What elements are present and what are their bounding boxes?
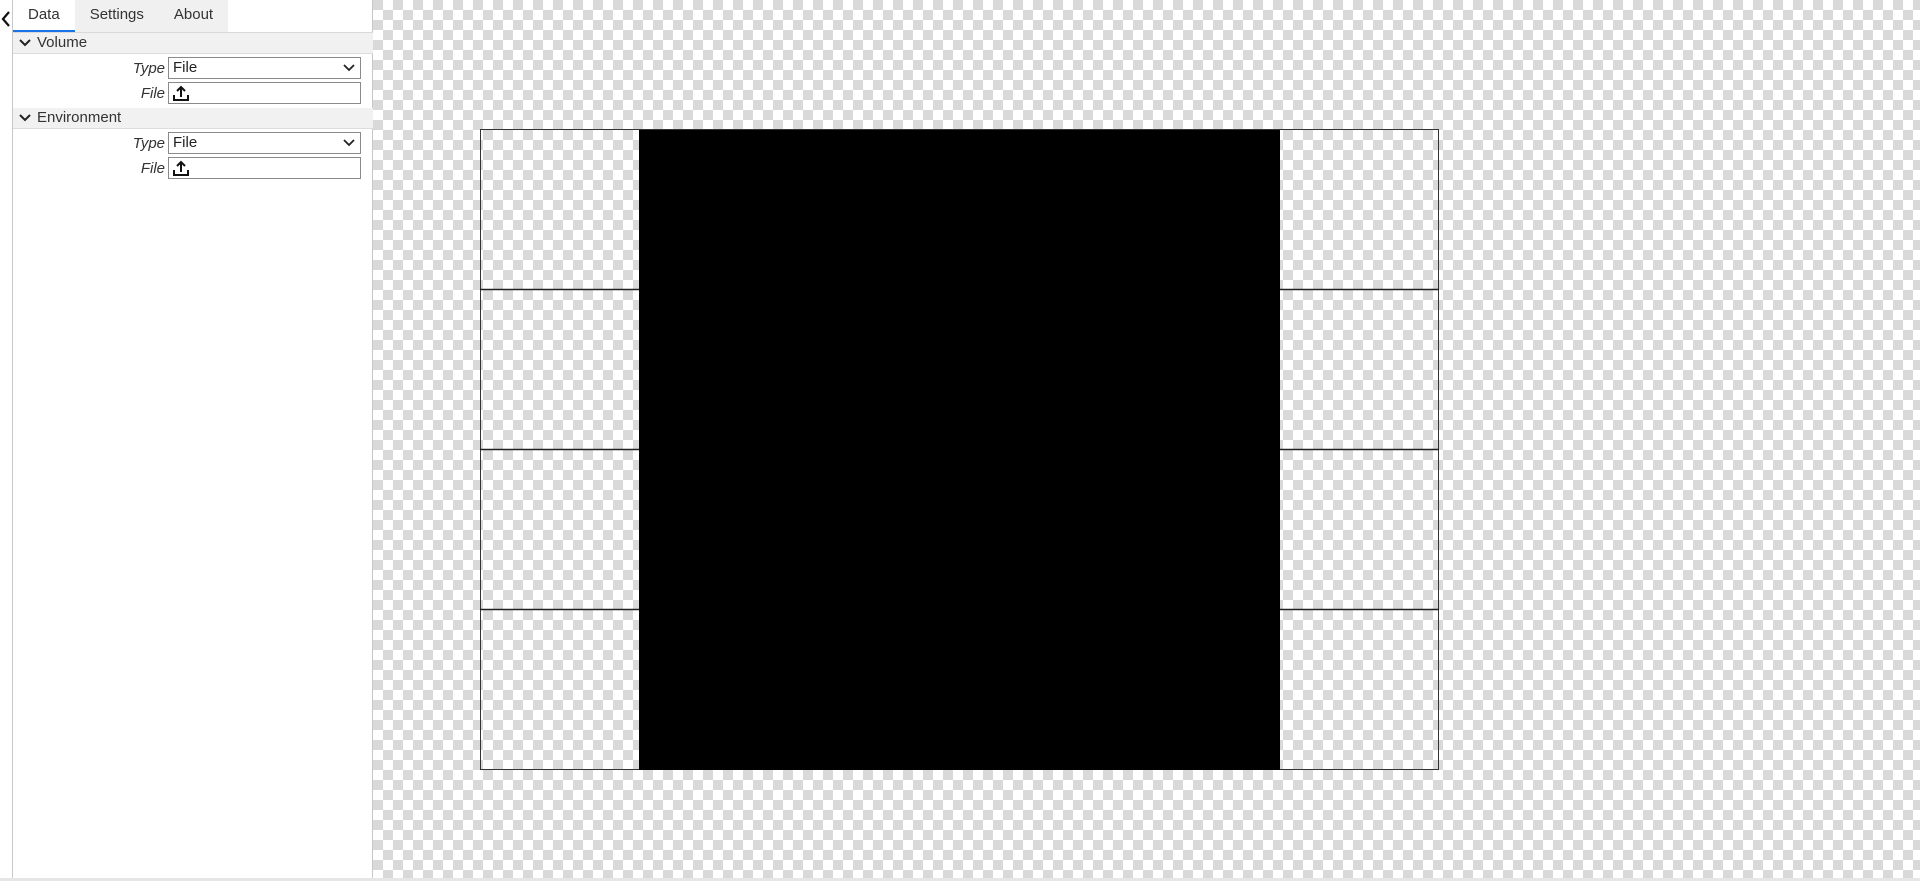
environment-file-label: File [140,160,165,177]
render-viewport[interactable] [373,0,1920,878]
volume-type-select[interactable]: File [168,57,361,79]
render-output [639,130,1280,770]
tab-about[interactable]: About [158,0,229,32]
render-canvas [480,129,1439,770]
collapse-sidebar-icon[interactable] [0,9,12,29]
section-header-volume[interactable]: Volume [13,33,373,54]
chevron-down-icon [343,139,355,147]
upload-icon [173,85,189,101]
volume-file-input[interactable] [168,82,361,104]
environment-file-row: File [13,157,373,179]
section-title-volume: Volume [37,34,88,51]
tab-settings[interactable]: Settings [74,0,159,32]
chevron-down-icon [19,114,31,122]
app: Data Settings About Volume Type File Fil… [0,0,1920,881]
volume-file-label: File [140,85,165,102]
section-title-environment: Environment [37,109,122,126]
volume-file-row: File [13,82,373,104]
sidebar: Data Settings About Volume Type File Fil… [12,0,373,878]
volume-type-value: File [173,59,198,76]
chevron-down-icon [19,39,31,47]
environment-file-input[interactable] [168,157,361,179]
chevron-down-icon [343,64,355,72]
tab-bar: Data Settings About [13,0,229,32]
environment-type-select[interactable]: File [168,132,361,154]
environment-type-row: Type File [13,132,373,154]
volume-type-label: Type [132,60,165,77]
tab-data[interactable]: Data [13,0,75,32]
volume-type-row: Type File [13,57,373,79]
upload-icon [173,160,189,176]
environment-type-label: Type [132,135,165,152]
environment-type-value: File [173,134,198,151]
section-header-environment[interactable]: Environment [13,108,373,129]
